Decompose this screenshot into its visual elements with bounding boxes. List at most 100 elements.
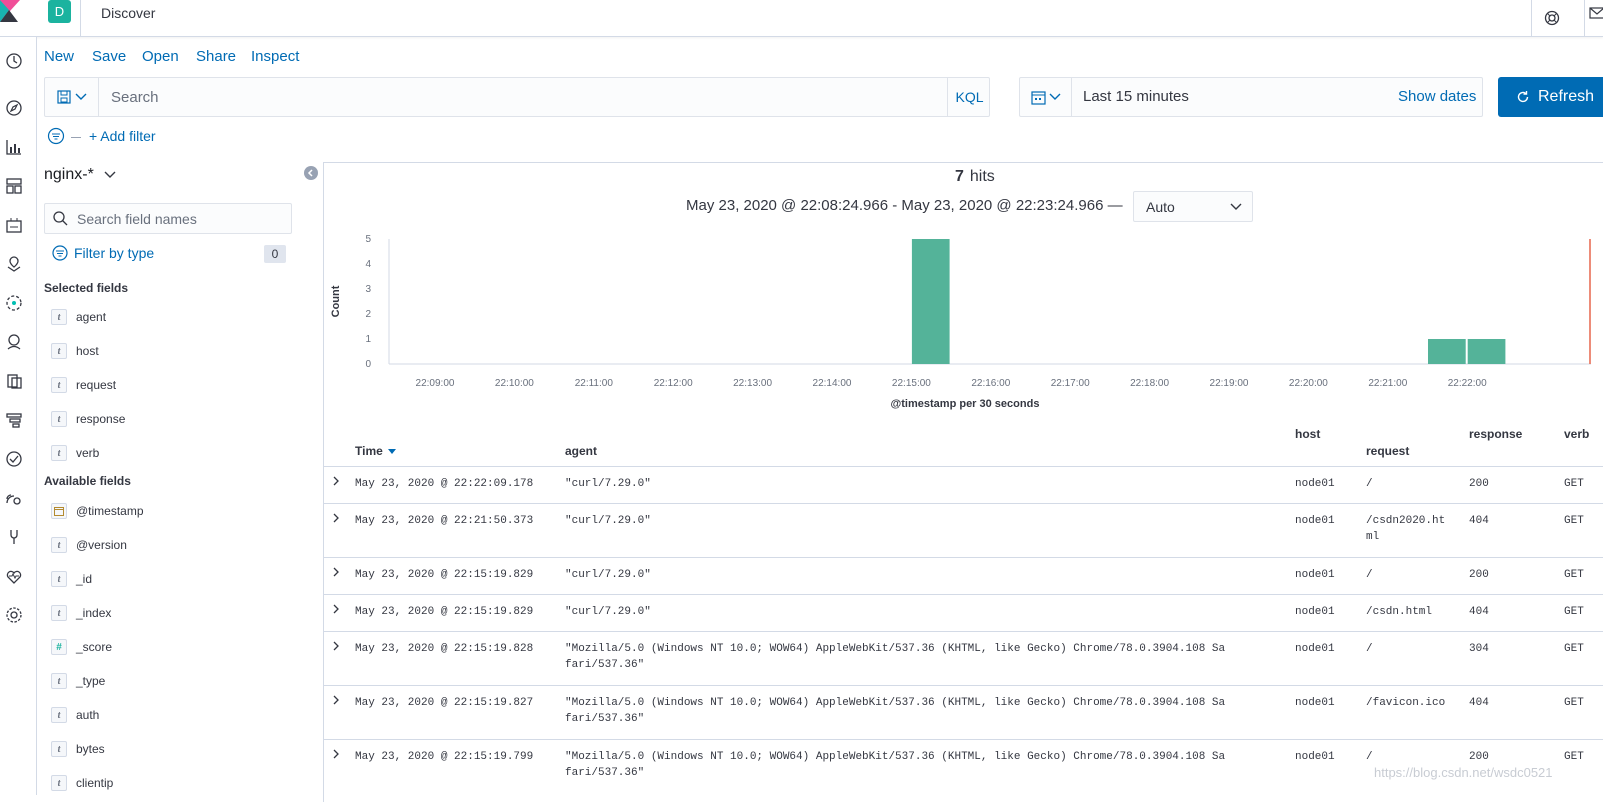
cell-response: 404 — [1469, 697, 1489, 709]
refresh-button[interactable]: Refresh — [1498, 77, 1603, 117]
field-item-agent[interactable]: t agent — [51, 307, 106, 327]
expand-row-chevron-icon[interactable] — [332, 694, 340, 709]
field-item-clientip[interactable]: t clientip — [51, 773, 113, 793]
share-button[interactable]: Share — [196, 48, 236, 65]
field-item-auth[interactable]: t auth — [51, 705, 99, 725]
uptime-icon[interactable] — [4, 449, 24, 469]
cell-time: May 23, 2020 @ 22:22:09.178 — [355, 478, 534, 490]
expand-row-chevron-icon[interactable] — [332, 475, 340, 490]
apm-icon[interactable] — [4, 410, 24, 430]
field-item-id[interactable]: t _id — [51, 569, 92, 589]
row-divider — [323, 503, 1603, 504]
visualize-icon[interactable] — [4, 137, 24, 157]
cell-verb: GET — [1564, 569, 1584, 581]
expand-row-chevron-icon[interactable] — [332, 512, 340, 527]
expand-row-chevron-icon[interactable] — [332, 566, 340, 581]
cell-host: node01 — [1295, 643, 1335, 655]
field-item-type[interactable]: t _type — [51, 671, 105, 691]
expand-row-chevron-icon[interactable] — [332, 640, 340, 655]
management-gear-icon[interactable] — [4, 605, 24, 625]
filter-by-type-button[interactable]: Filter by type — [52, 245, 154, 261]
field-name: _id — [76, 572, 93, 586]
interval-select[interactable]: Auto — [1133, 191, 1253, 222]
dev-tools-icon[interactable] — [4, 527, 24, 547]
row-divider — [323, 594, 1603, 595]
help-button[interactable] — [1531, 0, 1571, 36]
histogram-bar — [911, 239, 950, 364]
refresh-label: Refresh — [1538, 88, 1595, 105]
field-item-response[interactable]: t response — [51, 409, 125, 429]
cell-response: 404 — [1469, 515, 1489, 527]
date-picker: Last 15 minutes Show dates — [1019, 77, 1483, 117]
show-dates-link[interactable]: Show dates — [1398, 88, 1476, 105]
inspect-button[interactable]: Inspect — [251, 48, 299, 65]
date-range-text[interactable]: Last 15 minutes — [1083, 88, 1189, 105]
canvas-icon[interactable] — [4, 215, 24, 235]
string-field-icon: t — [51, 309, 67, 325]
column-header-verb[interactable]: verb — [1564, 427, 1589, 441]
field-item-verb[interactable]: t verb — [51, 443, 99, 463]
quick-select-button[interactable] — [1020, 78, 1072, 116]
field-search-input[interactable] — [75, 204, 285, 233]
field-item-host[interactable]: t host — [51, 341, 99, 361]
divider — [80, 0, 81, 36]
string-field-icon: t — [51, 571, 67, 587]
new-button[interactable]: New — [44, 48, 74, 65]
collapse-sidebar-button[interactable] — [304, 166, 318, 180]
field-item-version[interactable]: t @version — [51, 535, 127, 555]
sort-down-icon[interactable] — [388, 449, 397, 455]
mail-icon — [1589, 7, 1603, 19]
field-item-timestamp[interactable]: @timestamp — [51, 501, 144, 521]
expand-row-chevron-icon[interactable] — [332, 748, 340, 763]
string-field-icon: t — [51, 411, 67, 427]
cell-host: node01 — [1295, 478, 1335, 490]
logs-icon[interactable] — [4, 371, 24, 391]
search-input[interactable] — [101, 78, 931, 116]
field-item-score[interactable]: # _score — [51, 637, 112, 657]
machine-learning-icon[interactable] — [4, 293, 24, 313]
open-button[interactable]: Open — [142, 48, 179, 65]
field-name: verb — [76, 446, 100, 460]
field-item-index[interactable]: t _index — [51, 603, 111, 623]
cell-response: 200 — [1469, 751, 1489, 763]
cell-agent: "Mozilla/5.0 (Windows NT 10.0; WOW64) Ap… — [565, 643, 1226, 671]
y-tick-label: 3 — [365, 284, 371, 295]
column-header-request[interactable]: request — [1366, 444, 1409, 458]
string-field-icon: t — [51, 775, 67, 791]
kibana-logo[interactable] — [0, 0, 24, 24]
siem-icon[interactable] — [4, 488, 24, 508]
filter-menu-icon[interactable] — [47, 127, 65, 145]
column-header-time[interactable]: Time — [355, 444, 397, 458]
x-tick-label: 22:10:00 — [495, 378, 534, 389]
y-tick-label: 1 — [365, 334, 371, 345]
column-header-host[interactable]: host — [1295, 427, 1320, 441]
index-pattern-label: nginx-* — [44, 166, 94, 183]
maps-icon[interactable] — [4, 254, 24, 274]
monitoring-icon[interactable] — [4, 566, 24, 586]
calendar-icon — [1030, 90, 1046, 105]
save-button[interactable]: Save — [92, 48, 126, 65]
interval-value: Auto — [1146, 198, 1175, 215]
kql-toggle-button[interactable]: KQL — [947, 78, 991, 116]
add-filter-button[interactable]: + Add filter — [89, 128, 156, 144]
field-item-request[interactable]: t request — [51, 375, 116, 395]
infrastructure-icon[interactable] — [4, 332, 24, 352]
column-header-response[interactable]: response — [1469, 427, 1522, 441]
dashboard-icon[interactable] — [4, 176, 24, 196]
column-header-agent[interactable]: agent — [565, 444, 597, 458]
filter-count-badge: 0 — [264, 245, 286, 263]
x-tick-label: 22:15:00 — [892, 378, 931, 389]
discover-icon[interactable] — [4, 98, 24, 118]
cell-time: May 23, 2020 @ 22:15:19.829 — [355, 606, 534, 618]
x-tick-label: 22:16:00 — [971, 378, 1010, 389]
cell-host: node01 — [1295, 697, 1335, 709]
field-item-bytes[interactable]: t bytes — [51, 739, 105, 759]
newsfeed-button[interactable] — [1584, 0, 1603, 36]
saved-queries-button[interactable] — [45, 78, 99, 116]
expand-row-chevron-icon[interactable] — [332, 603, 340, 618]
index-pattern-selector[interactable]: nginx-* — [44, 166, 116, 184]
space-avatar[interactable]: D — [48, 0, 71, 23]
recently-viewed-icon[interactable] — [4, 51, 24, 71]
filter-by-type-label: Filter by type — [74, 245, 155, 261]
string-field-icon: t — [51, 343, 67, 359]
